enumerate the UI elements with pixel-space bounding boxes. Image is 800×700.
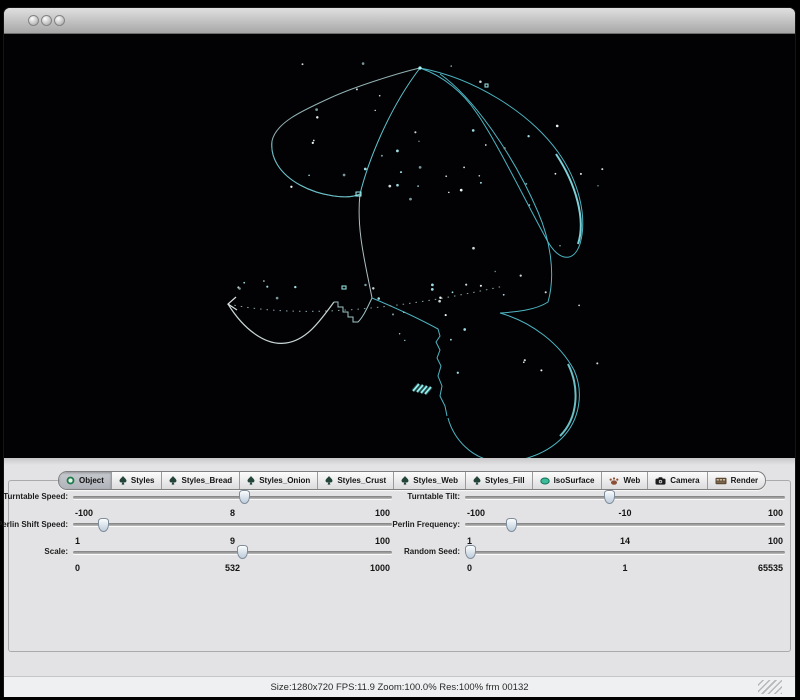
tab-render[interactable]: Render	[707, 472, 766, 489]
spade-icon	[247, 476, 255, 485]
status-text: Size:1280x720 FPS:11.9 Zoom:100.0% Res:1…	[270, 682, 528, 693]
scale-slider[interactable]	[73, 551, 392, 554]
tab-label: Styles_Crust	[337, 476, 386, 485]
turntable-speed-max-value: 100	[73, 508, 390, 518]
random-seed-max-value: 65535	[465, 563, 783, 573]
turntable-speed-slider[interactable]	[73, 496, 392, 499]
ring-icon	[66, 476, 75, 485]
spade-icon	[169, 476, 177, 485]
control-panel: Object Styles Styles_Bread Styles_Onion Styl…	[4, 458, 795, 676]
wireframe-curves	[228, 68, 583, 458]
scale-max-value: 1000	[73, 563, 390, 573]
title-bar[interactable]	[4, 8, 795, 34]
status-bar: Size:1280x720 FPS:11.9 Zoom:100.0% Res:1…	[4, 676, 795, 697]
viewport[interactable]	[4, 34, 795, 458]
paw-icon	[609, 477, 619, 485]
tab-styles-onion[interactable]: Styles_Onion	[239, 472, 317, 489]
blob-icon	[540, 477, 550, 485]
scale-label: Scale:	[44, 547, 68, 556]
tab-camera[interactable]: Camera	[647, 472, 706, 489]
turntable-speed-label: Turntable Speed:	[3, 492, 68, 501]
tab-bar: Object Styles Styles_Bread Styles_Onion Styl…	[58, 471, 766, 490]
tab-object[interactable]: Object	[59, 472, 111, 489]
resize-grip[interactable]	[758, 680, 782, 694]
tab-label: Render	[731, 476, 759, 485]
perlin-frequency-label: Perlin Frequency:	[392, 520, 460, 529]
app-window: Object Styles Styles_Bread Styles_Onion Styl…	[4, 8, 795, 696]
random-seed-slider[interactable]	[465, 551, 785, 554]
camera-icon	[655, 477, 666, 485]
tab-isosurface[interactable]: IsoSurface	[532, 472, 602, 489]
tab-label: Web	[623, 476, 640, 485]
scale-thumb[interactable]	[237, 545, 248, 559]
tab-styles-fill[interactable]: Styles_Fill	[465, 472, 532, 489]
tab-label: Styles	[131, 476, 155, 485]
film-icon	[715, 477, 727, 485]
spade-icon	[325, 476, 333, 485]
tab-label: Object	[79, 476, 104, 485]
spade-icon	[401, 476, 409, 485]
tab-label: Styles_Onion	[259, 476, 310, 485]
turntable-tilt-slider[interactable]	[465, 496, 785, 499]
minimize-button[interactable]	[41, 15, 52, 26]
turntable-tilt-max-value: 100	[465, 508, 783, 518]
zoom-button[interactable]	[54, 15, 65, 26]
tab-styles[interactable]: Styles	[111, 472, 162, 489]
tab-styles-bread[interactable]: Styles_Bread	[161, 472, 239, 489]
tab-label: Camera	[670, 476, 699, 485]
perlin-shift-speed-thumb[interactable]	[98, 518, 109, 532]
particle-dots	[237, 62, 603, 374]
perlin-shift-speed-label: Perlin Shift Speed:	[0, 520, 68, 529]
tab-styles-web[interactable]: Styles_Web	[393, 472, 465, 489]
tab-label: Styles_Bread	[181, 476, 232, 485]
perlin-shift-speed-max-value: 100	[73, 536, 390, 546]
spade-icon	[473, 476, 481, 485]
tab-web[interactable]: Web	[601, 472, 647, 489]
spade-icon	[119, 476, 127, 485]
close-button[interactable]	[28, 15, 39, 26]
viewport-canvas	[4, 34, 795, 458]
curve-junction-node	[418, 66, 421, 69]
perlin-frequency-max-value: 100	[465, 536, 783, 546]
perlin-frequency-thumb[interactable]	[506, 518, 517, 532]
random-seed-label: Random Seed:	[404, 547, 460, 556]
tab-label: Styles_Fill	[485, 476, 525, 485]
tab-label: Styles_Web	[413, 476, 458, 485]
perlin-shift-speed-slider[interactable]	[73, 523, 392, 526]
tab-styles-crust[interactable]: Styles_Crust	[317, 472, 393, 489]
turntable-tilt-label: Turntable Tilt:	[407, 492, 460, 501]
tab-label: IsoSurface	[554, 476, 595, 485]
